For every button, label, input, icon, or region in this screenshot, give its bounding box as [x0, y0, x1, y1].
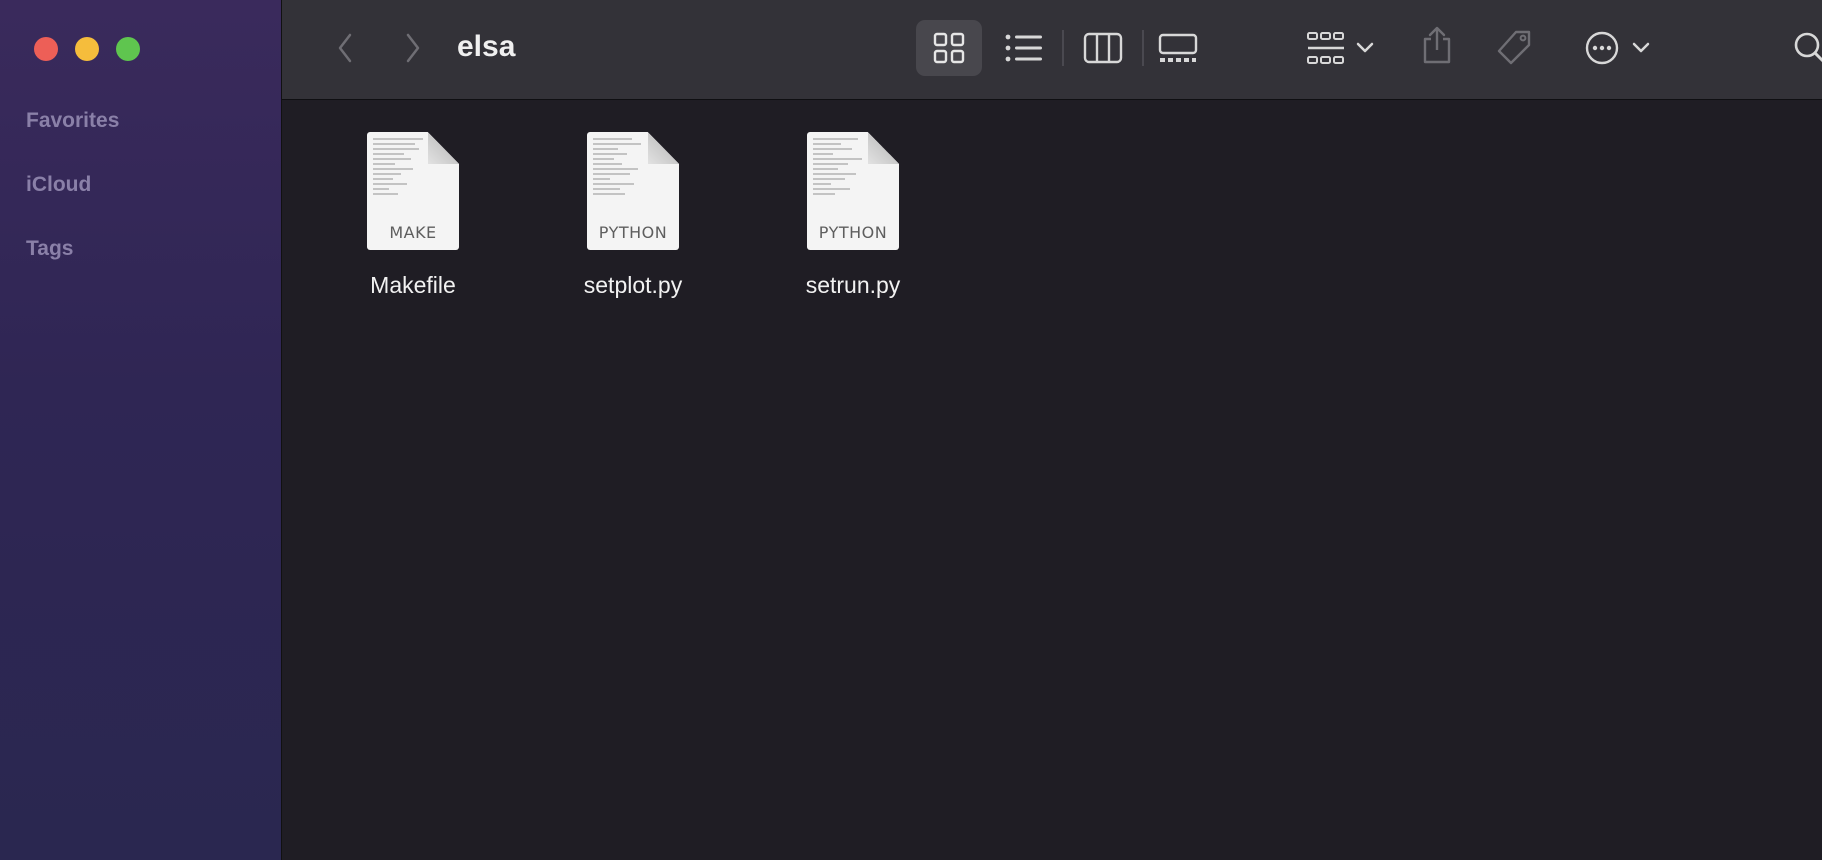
- chevron-left-icon: [337, 33, 353, 63]
- file-item[interactable]: PYTHON setplot.py: [558, 132, 708, 299]
- group-grid-icon: [1306, 31, 1346, 65]
- chevron-down-icon: [1356, 42, 1374, 54]
- tags-button[interactable]: [1494, 28, 1534, 68]
- toolbar-divider: [1142, 30, 1144, 66]
- list-icon: [1005, 33, 1043, 63]
- finder-window: Favorites iCloud Tags elsa MAKE Makefile…: [0, 0, 1822, 860]
- back-button[interactable]: [332, 30, 358, 66]
- sidebar-section-icloud[interactable]: iCloud: [26, 173, 91, 197]
- sidebar-section-favorites[interactable]: Favorites: [26, 109, 119, 133]
- tag-icon: [1494, 28, 1534, 68]
- ellipsis-circle-icon: [1584, 30, 1620, 66]
- toolbar: elsa: [282, 0, 1822, 100]
- document-icon: MAKE: [367, 132, 459, 250]
- columns-icon: [1083, 32, 1123, 64]
- file-name: setplot.py: [583, 272, 683, 298]
- chevron-down-icon: [1632, 42, 1650, 54]
- file-grid: MAKE Makefile PYTHON setplot.py PYTHON s…: [282, 100, 1822, 860]
- window-controls: [34, 37, 140, 61]
- document-icon: PYTHON: [587, 132, 679, 250]
- file-item[interactable]: MAKE Makefile: [338, 132, 488, 299]
- chevron-right-icon: [405, 33, 421, 63]
- file-kind-label: PYTHON: [818, 223, 888, 242]
- window-title: elsa: [457, 30, 516, 63]
- file-kind-label: MAKE: [389, 223, 437, 242]
- minimize-button[interactable]: [75, 37, 99, 61]
- column-view-button[interactable]: [1082, 30, 1124, 66]
- more-actions-button[interactable]: [1582, 28, 1652, 68]
- file-name: setrun.py: [805, 272, 901, 298]
- close-button[interactable]: [34, 37, 58, 61]
- grid-icon: [932, 30, 966, 66]
- file-kind-label: PYTHON: [598, 223, 668, 242]
- sidebar: Favorites iCloud Tags: [0, 0, 282, 860]
- forward-button[interactable]: [400, 30, 426, 66]
- sidebar-section-tags[interactable]: Tags: [26, 237, 73, 261]
- share-button[interactable]: [1420, 24, 1454, 66]
- list-view-button[interactable]: [1004, 30, 1044, 66]
- group-button[interactable]: [1304, 30, 1376, 66]
- main-pane: elsa MAKE Makefile PYTHON setplot.py PYT…: [282, 0, 1822, 860]
- gallery-view-button[interactable]: [1157, 30, 1199, 66]
- toolbar-divider: [1062, 30, 1064, 66]
- file-name: Makefile: [370, 272, 456, 298]
- gallery-icon: [1158, 32, 1198, 64]
- search-icon: [1792, 30, 1822, 66]
- zoom-button[interactable]: [116, 37, 140, 61]
- file-item[interactable]: PYTHON setrun.py: [778, 132, 928, 299]
- search-button[interactable]: [1790, 28, 1822, 68]
- document-icon: PYTHON: [807, 132, 899, 250]
- share-icon: [1421, 25, 1453, 65]
